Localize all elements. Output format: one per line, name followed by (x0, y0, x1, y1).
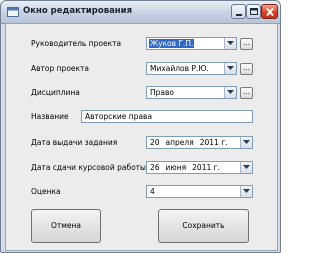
issue-date-year: 2011 г. (199, 138, 228, 147)
grade-label: Оценка (31, 187, 61, 196)
grade-combo[interactable]: 4 (146, 185, 253, 198)
title-value: Авторские права (85, 112, 153, 121)
issue-date-month: апреля (165, 138, 194, 147)
grade-value: 4 (150, 187, 155, 196)
due-date-day: 26 (150, 163, 160, 172)
cancel-button[interactable]: Отмена (31, 209, 101, 243)
author-value: Михайлов Р.Ю. (150, 64, 209, 73)
minimize-button[interactable] (231, 4, 246, 19)
close-button[interactable] (261, 4, 278, 19)
supervisor-label: Руководитель проекта (31, 39, 122, 48)
issue-date-picker[interactable]: 20 апреля 2011 г. (146, 136, 253, 149)
title-input[interactable]: Авторские права (81, 110, 253, 123)
minimize-icon (236, 14, 242, 16)
save-button[interactable]: Сохранить (158, 209, 249, 243)
due-date-month: июня (165, 163, 187, 172)
due-date-year: 2011 г. (192, 163, 220, 172)
maximize-button[interactable] (246, 4, 261, 19)
form-client-area: Руководитель проекта Жуков Г.П. ... Авто… (5, 23, 278, 251)
author-combo[interactable]: Михайлов Р.Ю. (146, 62, 237, 75)
discipline-value: Право (150, 88, 175, 97)
dropdown-arrow-icon[interactable] (224, 38, 236, 49)
supervisor-browse-button[interactable]: ... (240, 38, 253, 50)
window-title: Окно редактирования (23, 6, 133, 16)
maximize-icon (250, 8, 258, 15)
title-label: Название (31, 112, 69, 121)
window-app-icon (7, 6, 19, 18)
dropdown-arrow-icon[interactable] (224, 87, 236, 98)
dropdown-arrow-icon[interactable] (240, 162, 252, 173)
edit-window: Окно редактирования Руководитель проекта… (0, 0, 281, 253)
dropdown-arrow-icon[interactable] (240, 186, 252, 197)
supervisor-combo[interactable]: Жуков Г.П. (146, 37, 237, 50)
author-label: Автор проекта (31, 64, 90, 73)
due-date-picker[interactable]: 26 июня 2011 г. (146, 161, 253, 174)
discipline-browse-button[interactable]: ... (240, 87, 253, 99)
due-date-label: Дата сдачи курсовой работы (31, 163, 146, 172)
discipline-label: Дисциплина (31, 88, 80, 97)
issue-date-label: Дата выдачи задания (31, 138, 118, 147)
title-bar[interactable]: Окно редактирования (1, 1, 280, 24)
dropdown-arrow-icon[interactable] (224, 63, 236, 74)
issue-date-day: 20 (150, 138, 160, 147)
supervisor-value: Жуков Г.П. (149, 39, 195, 48)
author-browse-button[interactable]: ... (240, 63, 253, 75)
close-icon (266, 7, 274, 17)
discipline-combo[interactable]: Право (146, 86, 237, 99)
dropdown-arrow-icon[interactable] (240, 137, 252, 148)
